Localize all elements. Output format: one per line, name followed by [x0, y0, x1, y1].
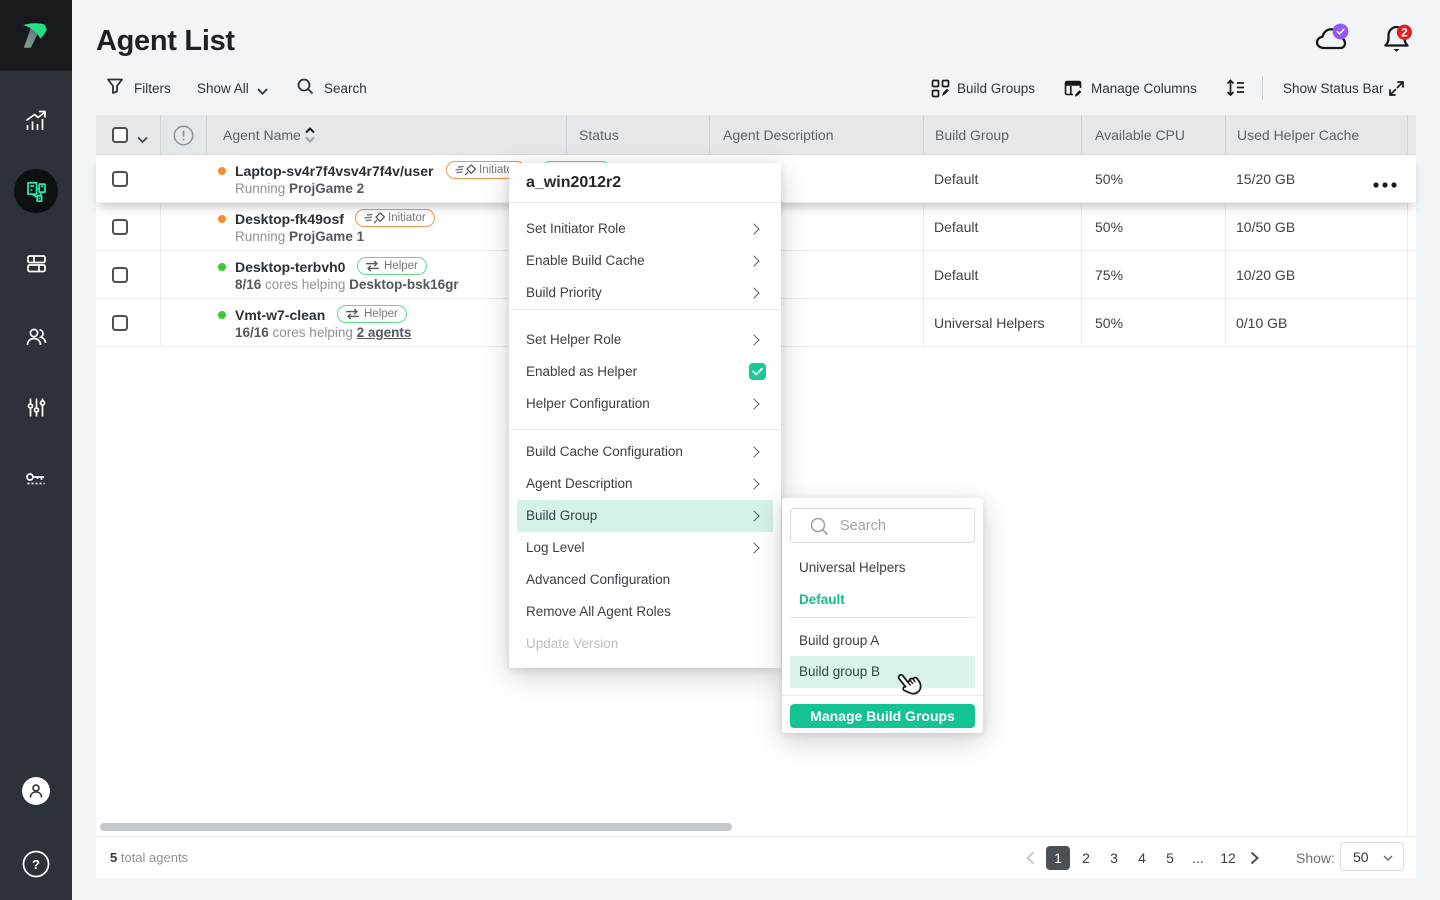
svg-text:2: 2: [1401, 27, 1407, 39]
svg-text:?: ?: [32, 857, 40, 872]
